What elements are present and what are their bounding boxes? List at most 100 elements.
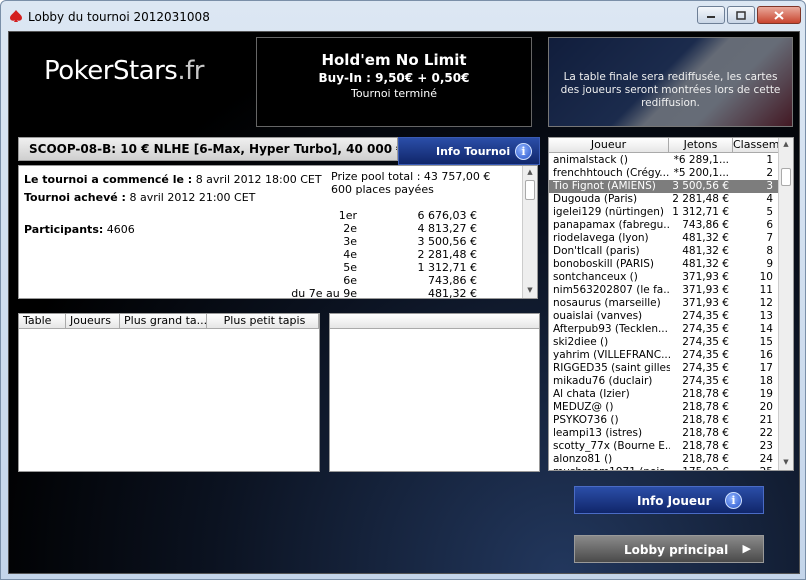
- player-row[interactable]: Dugouda (Paris) 2 281,48 € 4: [549, 193, 780, 206]
- player-rank: 21: [759, 414, 773, 426]
- tournament-status: Tournoi terminé: [350, 87, 438, 100]
- col-table[interactable]: Table: [19, 314, 66, 328]
- player-row[interactable]: mushroom1971 (pois...175,02 € 25: [549, 466, 780, 470]
- player-rank: 16: [759, 349, 773, 361]
- player-row[interactable]: RIGGED35 (saint gilles) 274,35 € 17: [549, 362, 780, 375]
- player-rank: 8: [766, 245, 773, 257]
- player-name: Al chata (Izier): [553, 388, 630, 400]
- player-row[interactable]: nosaurus (marseille) 371,93 € 12: [549, 297, 780, 310]
- tournament-name-bar: SCOOP-08-B: 10 € NLHE [6-Max, Hyper Turb…: [18, 137, 398, 161]
- player-row[interactable]: yahrim (VILLEFRANC... 274,35 € 16: [549, 349, 780, 362]
- player-name: ski2diee (): [553, 336, 609, 348]
- player-row[interactable]: panapamax (fabregu... 743,86 € 6: [549, 219, 780, 232]
- player-name: animalstack (): [553, 154, 628, 166]
- end-info: Tournoi achevé : 8 avril 2012 21:00 CET: [24, 191, 255, 204]
- close-button[interactable]: [757, 6, 801, 24]
- scroll-thumb[interactable]: [525, 180, 535, 200]
- col-classement[interactable]: Classem...: [733, 138, 780, 153]
- pokerstars-spade-icon: [10, 10, 22, 22]
- player-row[interactable]: Al chata (Izier) 218,78 € 19: [549, 388, 780, 401]
- col-plus-petit[interactable]: Plus petit tapis: [207, 314, 319, 328]
- player-name: sontchanceux (): [553, 271, 638, 283]
- player-name: RIGGED35 (saint gilles): [553, 362, 670, 374]
- scroll-up-icon[interactable]: ▲: [781, 140, 791, 150]
- lobby-principal-button[interactable]: Lobby principal ▶: [574, 535, 764, 563]
- pokerstars-logo: PokerStars.fr: [44, 56, 204, 86]
- player-row[interactable]: Don'tIcall (paris) 481,32 € 8: [549, 245, 780, 258]
- player-name: Afterpub93 (Tecklen...: [553, 323, 668, 335]
- player-chips: 274,35 €: [682, 310, 729, 322]
- player-row[interactable]: animalstack () *6 289,1... 1: [549, 154, 780, 167]
- player-row[interactable]: MEDUZ@ () 218,78 € 20: [549, 401, 780, 414]
- minimize-button[interactable]: [697, 6, 725, 24]
- scroll-up-icon[interactable]: ▲: [525, 168, 535, 178]
- player-row[interactable]: ski2diee () 274,35 € 15: [549, 336, 780, 349]
- player-row[interactable]: mikadu76 (duclair) 274,35 € 18: [549, 375, 780, 388]
- player-rank: 1: [766, 154, 773, 166]
- player-rank: 18: [759, 375, 773, 387]
- start-value: 8 avril 2012 18:00 CET: [195, 173, 322, 186]
- player-name: MEDUZ@ (): [553, 401, 614, 413]
- details-scrollbar[interactable]: ▲ ▼: [522, 166, 537, 298]
- player-chips: 218,78 €: [682, 427, 729, 439]
- player-row[interactable]: PSYKO736 () 218,78 € 21: [549, 414, 780, 427]
- scroll-down-icon[interactable]: ▼: [525, 286, 535, 296]
- player-row[interactable]: bonoboskill (PARIS) 481,32 € 9: [549, 258, 780, 271]
- info-joueur-button[interactable]: Info Joueur i: [574, 486, 764, 514]
- player-row[interactable]: Tio Fignot (AMIENS) 3 500,56 € 3: [549, 180, 780, 193]
- col-joueur[interactable]: Joueur: [549, 138, 669, 153]
- player-name: igelei129 (nürtingen): [553, 206, 665, 218]
- player-row[interactable]: frenchhtouch (Crégy... *5 200,1... 2: [549, 167, 780, 180]
- player-rank: 23: [759, 440, 773, 452]
- player-row[interactable]: sontchanceux () 371,93 € 10: [549, 271, 780, 284]
- player-row[interactable]: nim563202807 (le fa... 371,93 € 11: [549, 284, 780, 297]
- player-rank: 12: [759, 297, 773, 309]
- player-chips: 3 500,56 €: [672, 180, 729, 192]
- player-chips: 218,78 €: [682, 414, 729, 426]
- prize-amount: 6 676,03 €: [417, 209, 477, 222]
- scroll-thumb[interactable]: [781, 168, 791, 186]
- player-rank: 3: [766, 180, 773, 192]
- player-row[interactable]: igelei129 (nürtingen) 1 312,71 € 5: [549, 206, 780, 219]
- info-tournoi-button[interactable]: Info Tournoi i: [398, 137, 540, 165]
- col-joueurs[interactable]: Joueurs: [66, 314, 120, 328]
- player-row[interactable]: alonzo81 () 218,78 € 24: [549, 453, 780, 466]
- logo-suffix: .fr: [177, 56, 204, 86]
- player-row[interactable]: scotty_77x (Bourne E... 218,78 € 23: [549, 440, 780, 453]
- player-chips: 218,78 €: [682, 440, 729, 452]
- players-list: Joueur Jetons Classem... animalstack () *…: [548, 137, 794, 471]
- player-row[interactable]: leampi13 (istres) 218,78 € 22: [549, 427, 780, 440]
- player-name: yahrim (VILLEFRANC...: [553, 349, 670, 361]
- scroll-down-icon[interactable]: ▼: [781, 458, 791, 468]
- start-info: Le tournoi a commencé le : 8 avril 2012 …: [24, 173, 322, 186]
- player-rank: 20: [759, 401, 773, 413]
- prize-amount: 4 813,27 €: [417, 222, 477, 235]
- player-rank: 24: [759, 453, 773, 465]
- players-scrollbar[interactable]: ▲ ▼: [778, 138, 793, 470]
- table-players-panel: [329, 313, 540, 472]
- game-type: Hold'em No Limit: [321, 51, 467, 69]
- maximize-button[interactable]: [727, 6, 755, 24]
- participants-value: 4606: [106, 223, 135, 236]
- replay-notice: La table finale sera rediffusée, les car…: [560, 71, 781, 109]
- player-chips: 274,35 €: [682, 323, 729, 335]
- col-plus-grand[interactable]: Plus grand ta...: [120, 314, 207, 328]
- tournament-details: Le tournoi a commencé le : 8 avril 2012 …: [18, 165, 538, 299]
- paid-places: 600 places payées: [331, 183, 434, 196]
- player-row[interactable]: riodelavega (lyon) 481,32 € 7: [549, 232, 780, 245]
- close-icon: [774, 10, 784, 20]
- player-chips: 481,32 €: [682, 258, 729, 270]
- player-row[interactable]: Afterpub93 (Tecklen... 274,35 € 14: [549, 323, 780, 336]
- player-name: nosaurus (marseille): [553, 297, 661, 309]
- col-jetons[interactable]: Jetons: [669, 138, 733, 153]
- players-header: Joueur Jetons Classem...: [549, 138, 780, 153]
- player-name: leampi13 (istres): [553, 427, 643, 439]
- player-rank: 10: [759, 271, 773, 283]
- prize-pool: Prize pool total : 43 757,00 €: [331, 170, 491, 183]
- player-chips: *6 289,1...: [673, 154, 729, 166]
- player-name: Don'tIcall (paris): [553, 245, 640, 257]
- game-header: Hold'em No Limit Buy-In : 9,50€ + 0,50€ …: [256, 37, 532, 127]
- player-row[interactable]: ouaislai (vanves) 274,35 € 13: [549, 310, 780, 323]
- tables-header: Table Joueurs Plus grand ta... Plus peti…: [19, 314, 319, 329]
- player-rank: 22: [759, 427, 773, 439]
